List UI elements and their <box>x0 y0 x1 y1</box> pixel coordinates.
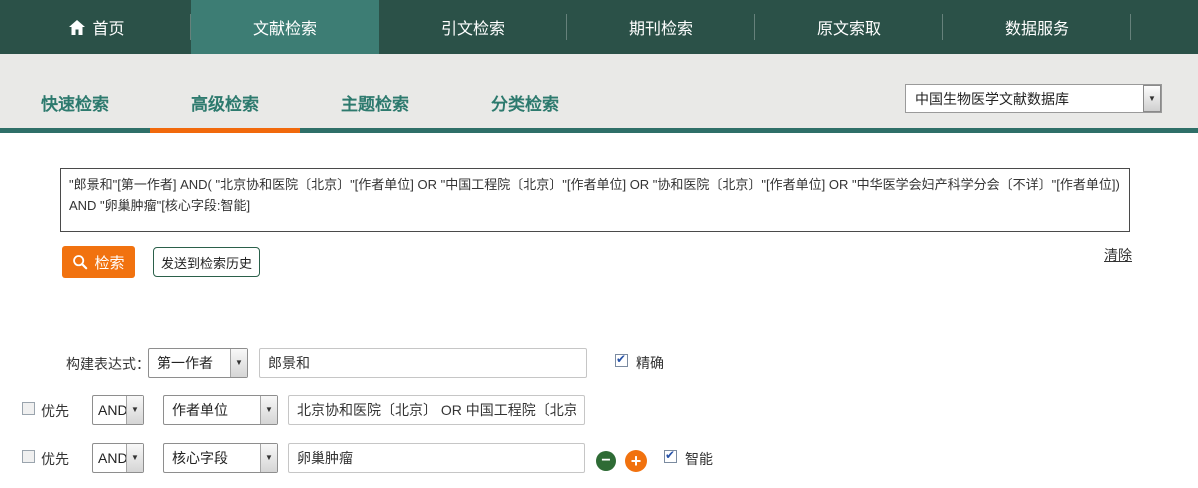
chevron-down-glyph: ▼ <box>131 454 139 462</box>
search-button-label: 检索 <box>94 252 124 273</box>
operator-select-row3-value: AND <box>93 450 126 466</box>
value-input-row1[interactable] <box>259 348 587 378</box>
field-select-row2[interactable]: 作者单位 ▼ <box>163 395 278 425</box>
field-select-row1[interactable]: 第一作者 ▼ <box>148 348 248 378</box>
search-mode-tab-bar: 快速检索 高级检索 主题检索 分类检索 中国生物医学文献数据库 ▼ <box>0 54 1198 133</box>
chevron-down-glyph: ▼ <box>265 454 273 462</box>
add-row-button[interactable]: + <box>625 450 647 472</box>
smart-checkbox[interactable] <box>664 450 677 463</box>
database-select-value: 中国生物医学文献数据库 <box>906 89 1143 109</box>
tab-label: 高级检索 <box>191 95 259 114</box>
value-input-row2[interactable] <box>288 395 585 425</box>
tab-label: 分类检索 <box>491 95 559 114</box>
sinomed-advanced-search-page: 首页 文献检索 引文检索 期刊检索 原文索取 数据服务 快速检索 高级检索 主题… <box>0 0 1198 488</box>
nav-item-label: 原文索取 <box>817 15 881 39</box>
search-expression-textarea[interactable]: "郎景和"[第一作者] AND( "北京协和医院〔北京〕"[作者单位] OR "… <box>60 168 1130 232</box>
nav-item-label: 期刊检索 <box>629 15 693 39</box>
send-to-history-button[interactable]: 发送到检索历史 <box>153 247 260 277</box>
nav-item-label: 引文检索 <box>441 15 505 39</box>
search-mode-tabs: 快速检索 高级检索 主题检索 分类检索 <box>0 78 600 133</box>
remove-row-button[interactable]: − <box>596 451 616 471</box>
home-icon <box>69 20 85 35</box>
tab-label: 快速检索 <box>41 95 109 114</box>
operator-select-row3[interactable]: AND ▼ <box>92 443 144 473</box>
chevron-down-glyph: ▼ <box>235 359 243 367</box>
chevron-down-icon[interactable]: ▼ <box>260 444 277 472</box>
tab-quick-search[interactable]: 快速检索 <box>0 78 150 133</box>
nav-item-data-service[interactable]: 数据服务 <box>943 0 1131 54</box>
chevron-down-glyph: ▼ <box>1148 95 1156 103</box>
tab-advanced-search[interactable]: 高级检索 <box>150 78 300 133</box>
nav-item-fulltext-request[interactable]: 原文索取 <box>755 0 943 54</box>
top-navigation: 首页 文献检索 引文检索 期刊检索 原文索取 数据服务 <box>0 0 1198 54</box>
exact-checkbox[interactable] <box>615 354 628 367</box>
search-button[interactable]: 检索 <box>62 246 135 278</box>
nav-item-home[interactable]: 首页 <box>3 0 191 54</box>
chevron-down-icon[interactable]: ▼ <box>126 396 143 424</box>
field-select-row3-value: 核心字段 <box>164 448 260 468</box>
operator-select-row2[interactable]: AND ▼ <box>92 395 144 425</box>
nav-item-citation-search[interactable]: 引文检索 <box>379 0 567 54</box>
priority-label-row2: 优先 <box>41 401 69 421</box>
nav-item-journal-search[interactable]: 期刊检索 <box>567 0 755 54</box>
smart-checkbox-label: 智能 <box>685 449 713 469</box>
build-expression-label: 构建表达式： <box>66 354 150 374</box>
search-icon <box>72 254 88 270</box>
exact-checkbox-label: 精确 <box>636 353 664 373</box>
priority-checkbox-row2[interactable] <box>22 402 35 415</box>
field-select-row3[interactable]: 核心字段 ▼ <box>163 443 278 473</box>
chevron-down-icon[interactable]: ▼ <box>1143 85 1161 112</box>
chevron-down-icon[interactable]: ▼ <box>230 349 247 377</box>
priority-checkbox-row3[interactable] <box>22 450 35 463</box>
tab-label: 主题检索 <box>341 95 409 114</box>
nav-item-label: 文献检索 <box>253 15 317 39</box>
chevron-down-icon[interactable]: ▼ <box>126 444 143 472</box>
field-select-row1-value: 第一作者 <box>149 353 230 373</box>
clear-link[interactable]: 清除 <box>1104 245 1132 265</box>
database-select[interactable]: 中国生物医学文献数据库 ▼ <box>905 84 1162 113</box>
nav-item-literature-search[interactable]: 文献检索 <box>191 0 379 54</box>
field-select-row2-value: 作者单位 <box>164 400 260 420</box>
advanced-search-panel: "郎景和"[第一作者] AND( "北京协和医院〔北京〕"[作者单位] OR "… <box>0 133 1198 488</box>
chevron-down-glyph: ▼ <box>265 406 273 414</box>
operator-select-row2-value: AND <box>93 402 126 418</box>
priority-label-row3: 优先 <box>41 449 69 469</box>
nav-item-label: 首页 <box>92 15 124 39</box>
nav-item-label: 数据服务 <box>1005 15 1069 39</box>
chevron-down-glyph: ▼ <box>131 406 139 414</box>
chevron-down-icon[interactable]: ▼ <box>260 396 277 424</box>
tab-classification-search[interactable]: 分类检索 <box>450 78 600 133</box>
value-input-row3[interactable] <box>288 443 585 473</box>
tab-subject-search[interactable]: 主题检索 <box>300 78 450 133</box>
